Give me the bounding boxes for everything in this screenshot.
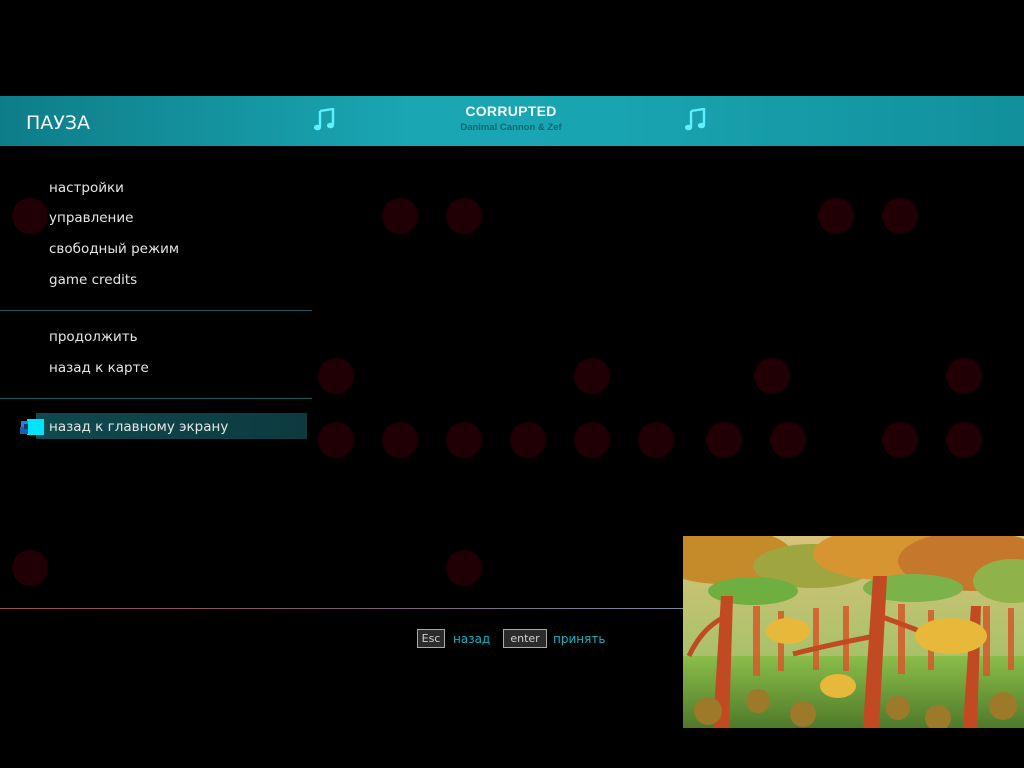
menu-item-settings[interactable]: настройки bbox=[49, 180, 124, 196]
menu-item-continue[interactable]: продолжить bbox=[49, 329, 138, 345]
menu-item-back-to-map[interactable]: назад к карте bbox=[49, 360, 149, 376]
enter-key-badge: enter bbox=[503, 629, 547, 648]
menu-divider bbox=[0, 310, 312, 311]
menu-item-back-to-main-screen[interactable]: назад к главному экрану bbox=[49, 419, 228, 435]
esc-key-badge: Esc bbox=[417, 629, 445, 648]
accept-hint-label[interactable]: принять bbox=[553, 632, 605, 646]
back-hint-label[interactable]: назад bbox=[453, 632, 490, 646]
pause-header: ПАУЗА CORRUPTED Danimal Cannon & Zef bbox=[0, 96, 1024, 146]
song-artist: Danimal Cannon & Zef bbox=[460, 122, 562, 133]
menu-item-controls[interactable]: управление bbox=[49, 210, 133, 226]
menu-item-free-mode[interactable]: свободный режим bbox=[49, 241, 179, 257]
song-title: CORRUPTED bbox=[465, 103, 557, 119]
page-title: ПАУЗА bbox=[26, 112, 91, 134]
menu-divider bbox=[0, 398, 312, 399]
menu-item-game-credits[interactable]: game credits bbox=[49, 272, 137, 288]
now-playing: CORRUPTED Danimal Cannon & Zef bbox=[410, 103, 612, 133]
music-note-icon bbox=[313, 108, 335, 131]
footer-divider bbox=[0, 608, 684, 609]
selection-cursor-icon bbox=[20, 419, 44, 435]
level-preview-image bbox=[683, 536, 1024, 728]
music-note-icon bbox=[684, 108, 706, 131]
